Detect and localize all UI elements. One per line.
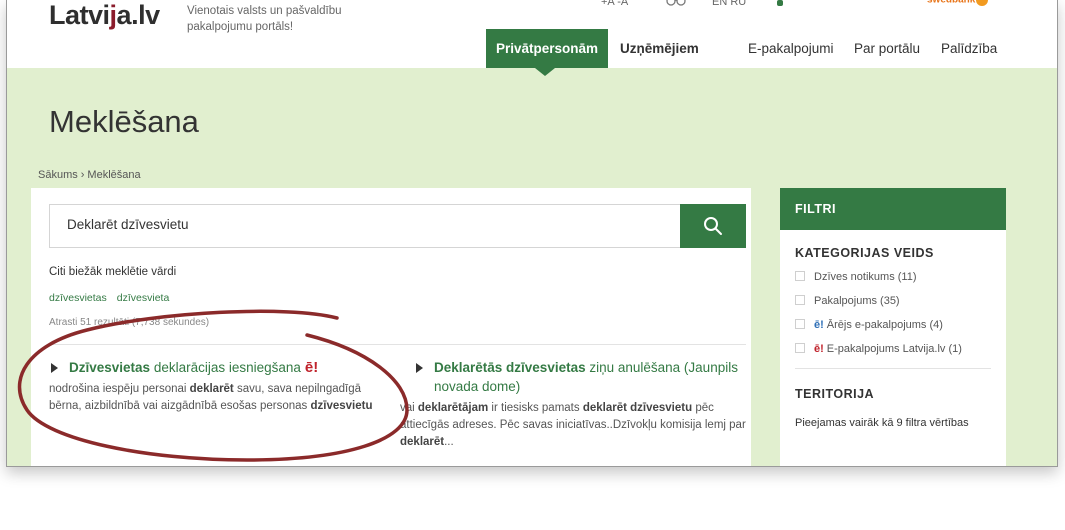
site-logo[interactable]: Latvija.lv bbox=[49, 0, 160, 31]
nav-item-e-pakalpojumi[interactable]: E-pakalpojumi bbox=[748, 29, 834, 68]
result-title-link[interactable]: Dzīvesvietas deklarācijas iesniegšana ē! bbox=[49, 358, 384, 377]
logo-text-right: a.lv bbox=[116, 0, 161, 30]
result-title-bold: Dzīvesvietas bbox=[69, 360, 151, 375]
search-button[interactable] bbox=[680, 204, 746, 248]
filter-label: E-pakalpojums Latvija.lv (1) bbox=[826, 343, 962, 355]
active-nav-pointer bbox=[535, 68, 555, 76]
filters-sidebar: FILTRI KATEGORIJAS VEIDS Dzīves notikums… bbox=[780, 188, 1006, 466]
filter-checkbox-item[interactable]: Dzīves notikums (11) bbox=[795, 270, 1006, 294]
result-title-bold: Deklarētās dzīvesvietas bbox=[434, 360, 586, 375]
territory-note: Pieejamas vairāk kā 9 filtra vērtības bbox=[795, 417, 969, 429]
filters-heading: FILTRI bbox=[780, 188, 1006, 230]
desc-highlight: dzīvesvietu bbox=[310, 400, 373, 412]
filter-label: Dzīves notikums (11) bbox=[814, 271, 917, 283]
page-hero: Meklēšana Sākums › Meklēšana Deklarēt dzīv… bbox=[7, 68, 1057, 466]
checkbox[interactable] bbox=[795, 295, 805, 305]
search-result: Deklarētās dzīvesvietas ziņu anulēšana (… bbox=[400, 358, 749, 451]
result-description: vai deklarētājam ir tiesisks pamats dekl… bbox=[400, 400, 749, 451]
checkbox[interactable] bbox=[795, 271, 805, 281]
logo-mark: j bbox=[109, 0, 118, 30]
e-service-icon: ē! bbox=[814, 343, 824, 355]
breadcrumb-home[interactable]: Sākums bbox=[38, 169, 78, 181]
sponsor-name: swedbank bbox=[927, 0, 976, 6]
font-size-controls[interactable]: +A -A bbox=[601, 0, 628, 8]
search-result: Dzīvesvietas deklarācijas iesniegšana ē! … bbox=[49, 358, 384, 415]
territory-title: TERITORIJA bbox=[795, 387, 875, 401]
nav-item-par-portalu[interactable]: Par portālu bbox=[854, 29, 920, 68]
desc-text: ... bbox=[444, 436, 454, 448]
nav-item-palidziba[interactable]: Palīdzība bbox=[941, 29, 997, 68]
divider bbox=[49, 344, 746, 345]
glasses-icon[interactable] bbox=[665, 0, 687, 9]
site-header: Latvija.lv Vienotais valsts un pašvaldīb… bbox=[7, 0, 1057, 68]
category-title: KATEGORIJAS VEIDS bbox=[795, 246, 934, 260]
desc-highlight: deklarēt dzīvesvietu bbox=[582, 402, 693, 414]
desc-highlight: deklarēt bbox=[400, 436, 445, 448]
divider bbox=[795, 368, 991, 369]
result-title-link[interactable]: Deklarētās dzīvesvietas ziņu anulēšana (… bbox=[414, 358, 749, 396]
frequent-search-tags: dzīvesvietas dzīvesvieta bbox=[49, 292, 179, 304]
filter-label: Ārējs e-pakalpojums (4) bbox=[826, 319, 943, 331]
desc-text: nodrošina iespēju personai bbox=[49, 383, 190, 395]
logo-text-left: Latvi bbox=[49, 0, 110, 30]
breadcrumb: Sākums › Meklēšana bbox=[38, 169, 141, 181]
e-service-icon: ē! bbox=[304, 359, 319, 376]
sponsor-sun-icon bbox=[976, 0, 989, 6]
checkbox[interactable] bbox=[795, 343, 805, 353]
category-filter-list: Dzīves notikums (11) Pakalpojums (35) ē!… bbox=[795, 270, 1006, 366]
filter-label: Pakalpojums (35) bbox=[814, 295, 900, 307]
browser-viewport: Latvija.lv Vienotais valsts un pašvaldīb… bbox=[6, 0, 1058, 467]
filter-checkbox-item[interactable]: ē! E-pakalpojums Latvija.lv (1) bbox=[795, 342, 1006, 366]
desc-text: ir tiesisks pamats bbox=[488, 402, 583, 414]
sponsor-logo[interactable]: swedbank bbox=[927, 0, 989, 6]
frequent-searches-title: Citi biežāk meklētie vārdi bbox=[49, 266, 177, 278]
nav-item-privatpersonam[interactable]: Privātpersonām bbox=[486, 29, 609, 68]
search-tag[interactable]: dzīvesvieta bbox=[117, 292, 170, 304]
checkbox[interactable] bbox=[795, 319, 805, 329]
breadcrumb-separator: › bbox=[80, 169, 85, 181]
caret-right-icon bbox=[416, 363, 423, 373]
filter-checkbox-item[interactable]: ē! Ārējs e-pakalpojums (4) bbox=[795, 318, 1006, 342]
caret-right-icon bbox=[51, 363, 58, 373]
breadcrumb-current: Meklēšana bbox=[87, 169, 141, 181]
desc-highlight: deklarēt bbox=[189, 383, 234, 395]
search-tag[interactable]: dzīvesvietas bbox=[49, 292, 107, 304]
desc-highlight: deklarētājam bbox=[417, 402, 489, 414]
page-title: Meklēšana bbox=[49, 104, 199, 139]
search-box[interactable]: Deklarēt dzīvesvietu bbox=[49, 204, 746, 248]
filter-checkbox-item[interactable]: Pakalpojums (35) bbox=[795, 294, 1006, 318]
desc-text: vai bbox=[400, 402, 418, 414]
search-results-panel: Deklarēt dzīvesvietu Citi biežāk meklēti… bbox=[31, 188, 751, 466]
language-switcher[interactable]: EN RU bbox=[712, 0, 746, 8]
search-input[interactable]: Deklarēt dzīvesvietu bbox=[67, 217, 189, 232]
external-e-service-icon: ē! bbox=[814, 319, 824, 331]
nav-item-uznemejiem[interactable]: Uzņēmējiem bbox=[620, 29, 699, 68]
results-count: Atrasti 51 rezultāti (7,738 sekundes) bbox=[49, 317, 210, 328]
main-nav: Privātpersonām Uzņēmējiem E-pakalpojumi … bbox=[7, 29, 1057, 68]
search-icon bbox=[704, 217, 722, 235]
result-description: nodrošina iespēju personai deklarēt savu… bbox=[49, 381, 384, 415]
person-icon[interactable] bbox=[773, 0, 787, 11]
result-title-rest: deklarācijas iesniegšana bbox=[150, 360, 301, 375]
